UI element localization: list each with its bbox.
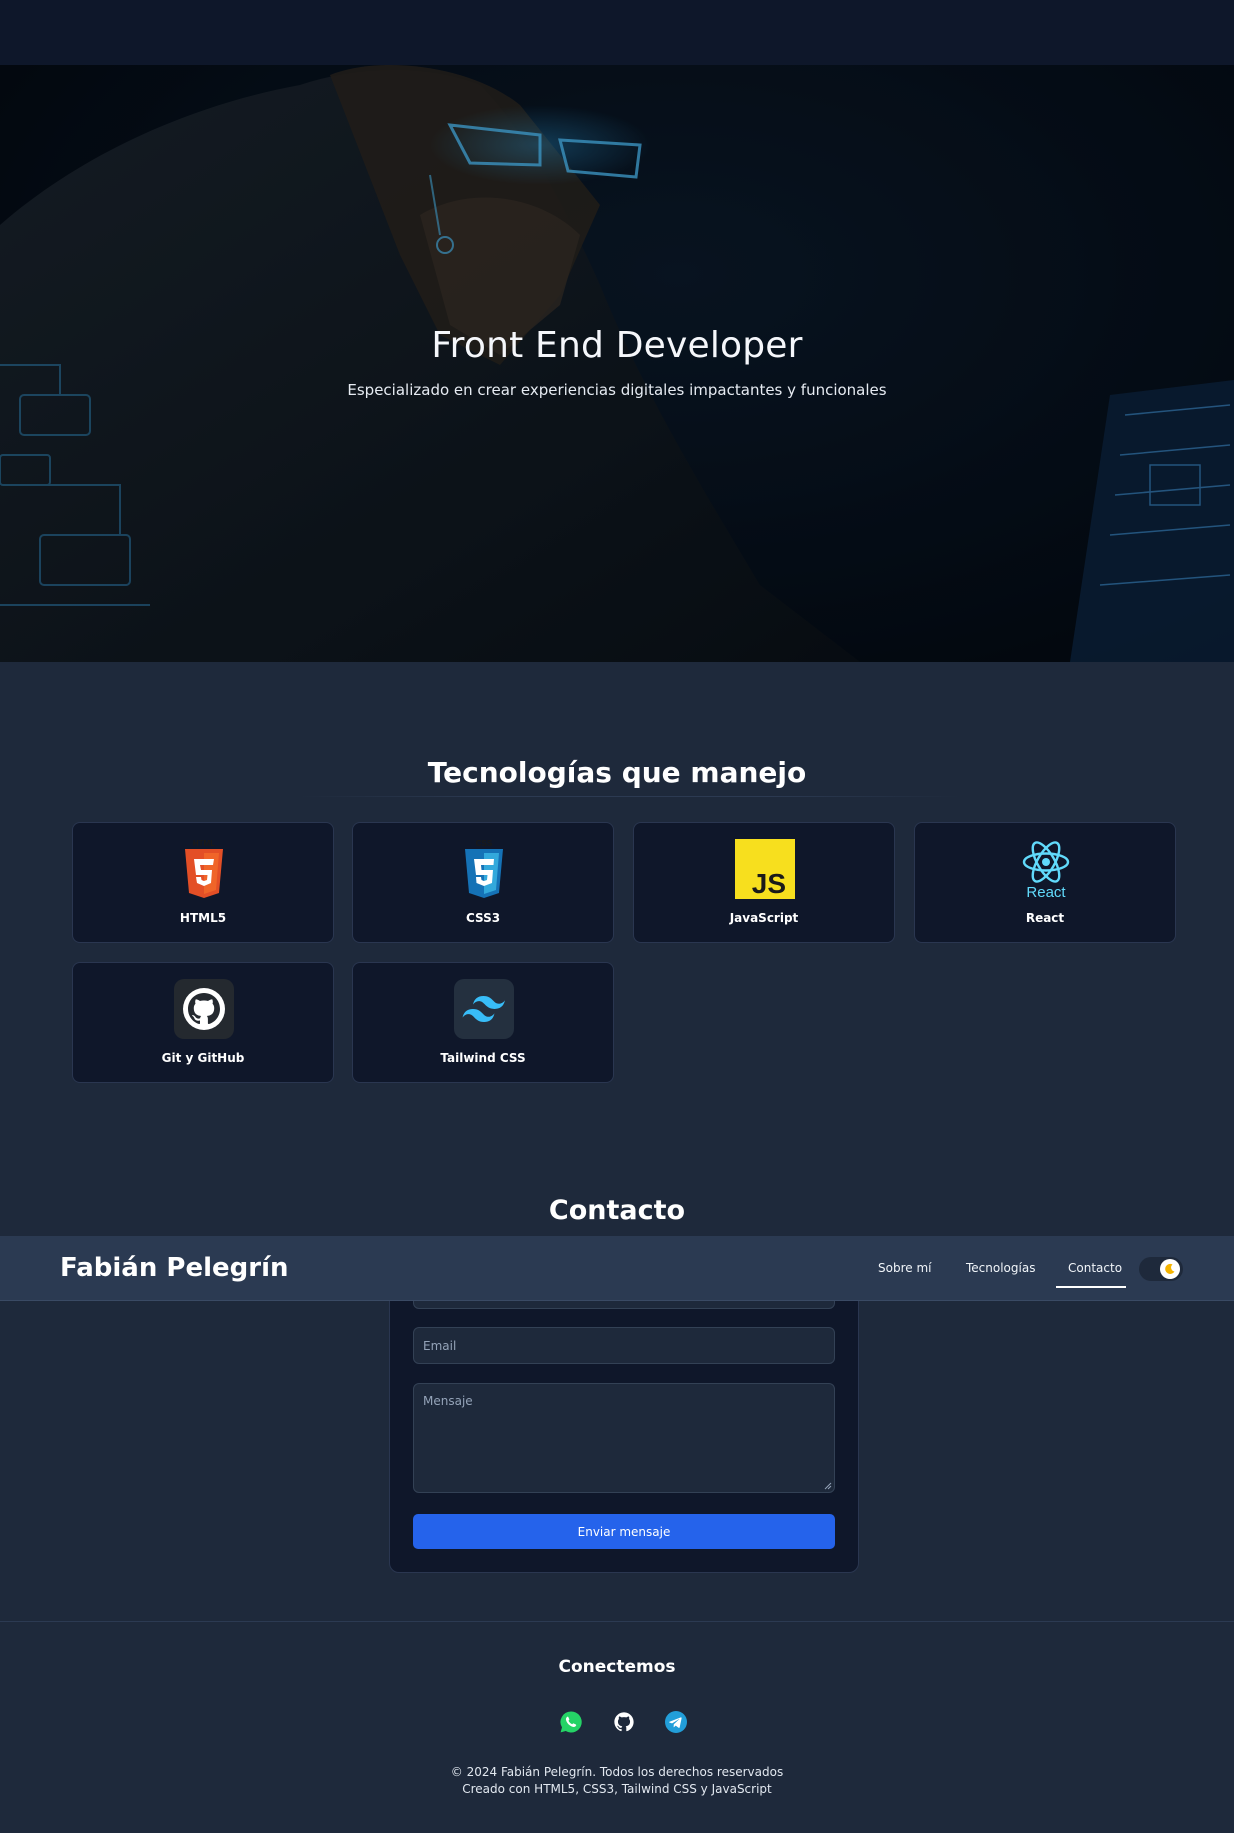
technologies-divider bbox=[300, 796, 960, 797]
tech-label: React bbox=[1025, 911, 1065, 925]
tech-card-react: React React bbox=[914, 822, 1176, 943]
brand-name[interactable]: Fabián Pelegrín bbox=[60, 1253, 289, 1283]
tailwind-icon bbox=[454, 979, 514, 1039]
whatsapp-icon bbox=[560, 1711, 582, 1733]
html5-icon: HTML bbox=[174, 839, 234, 899]
moon-icon bbox=[1165, 1263, 1175, 1274]
github-icon bbox=[614, 1712, 634, 1732]
telegram-link[interactable] bbox=[664, 1710, 688, 1734]
nav-link-technologies[interactable]: Tecnologías bbox=[966, 1261, 1035, 1275]
tech-label: CSS3 bbox=[465, 911, 501, 925]
telegram-icon bbox=[665, 1711, 687, 1733]
tech-label: HTML5 bbox=[179, 911, 227, 925]
tech-label: JavaScript bbox=[729, 911, 799, 925]
top-bar bbox=[0, 0, 1234, 65]
navbar: Fabián Pelegrín Sobre mí Tecnologías Con… bbox=[0, 1236, 1234, 1301]
css3-icon: CSS bbox=[454, 839, 514, 899]
nav-link-contact[interactable]: Contacto bbox=[1068, 1261, 1122, 1275]
contact-title: Contacto bbox=[548, 1195, 686, 1226]
theme-toggle[interactable] bbox=[1139, 1257, 1183, 1281]
technologies-title: Tecnologías que manejo bbox=[427, 756, 807, 789]
hero-banner: Front End Developer Especializado en cre… bbox=[0, 65, 1234, 662]
active-nav-indicator bbox=[1056, 1286, 1126, 1288]
svg-text:JS: JS bbox=[752, 868, 786, 899]
whatsapp-link[interactable] bbox=[559, 1710, 583, 1734]
nav-link-about[interactable]: Sobre mí bbox=[878, 1261, 931, 1275]
copyright-text: © 2024 Fabián Pelegrín. Todos los derech… bbox=[450, 1765, 784, 1779]
javascript-icon: JS bbox=[735, 839, 795, 899]
hero-title: Front End Developer bbox=[431, 325, 803, 366]
tech-label: Git y GitHub bbox=[161, 1051, 245, 1065]
tech-card-html5: HTML HTML5 bbox=[72, 822, 334, 943]
message-field[interactable] bbox=[413, 1383, 835, 1493]
tech-card-github: Git y GitHub bbox=[72, 962, 334, 1083]
react-icon: React bbox=[1016, 839, 1076, 900]
github-link[interactable] bbox=[612, 1710, 636, 1734]
toggle-knob bbox=[1160, 1259, 1180, 1279]
made-with-text: Creado con HTML5, CSS3, Tailwind CSS y J… bbox=[462, 1782, 772, 1796]
footer-divider bbox=[0, 1621, 1234, 1622]
svg-text:HTML: HTML bbox=[193, 839, 215, 848]
resize-grip-icon[interactable] bbox=[824, 1482, 832, 1490]
tech-label: Tailwind CSS bbox=[440, 1051, 526, 1065]
tech-card-javascript: JS JavaScript bbox=[633, 822, 895, 943]
github-icon bbox=[174, 979, 234, 1039]
hero-subtitle: Especializado en crear experiencias digi… bbox=[347, 381, 887, 399]
email-field[interactable] bbox=[413, 1327, 835, 1364]
tech-card-css3: CSS CSS3 bbox=[352, 822, 614, 943]
svg-text:CSS: CSS bbox=[476, 839, 493, 848]
tech-card-tailwind: Tailwind CSS bbox=[352, 962, 614, 1083]
send-message-button[interactable]: Enviar mensaje bbox=[413, 1514, 835, 1549]
svg-text:React: React bbox=[1026, 884, 1066, 900]
footer-title: Conectemos bbox=[558, 1657, 676, 1677]
